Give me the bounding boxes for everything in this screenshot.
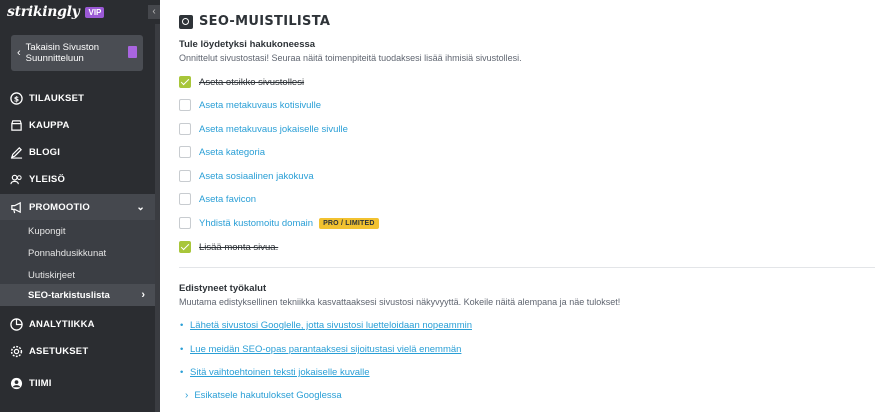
nav-label: BLOGI — [29, 146, 61, 158]
preview-google-results-link[interactable]: › Esikatsele hakutulokset Googlessa — [185, 390, 342, 401]
checkbox[interactable] — [179, 217, 191, 229]
checklist-link[interactable]: Aseta metakuvaus jokaiselle sivulle — [199, 124, 348, 135]
section-heading: Tule löydetyksi hakukoneessa — [179, 39, 316, 50]
nav-label: TIIMI — [29, 377, 52, 389]
checkbox[interactable] — [179, 146, 191, 158]
checklist-item[interactable]: Aseta otsikko sivustollesi — [179, 75, 304, 89]
checklist-item[interactable]: Aseta metakuvaus jokaiselle sivulle — [179, 122, 348, 136]
checkbox-checked[interactable] — [179, 76, 191, 88]
chart-icon — [9, 317, 23, 331]
dollar-icon: $ — [9, 91, 23, 105]
checklist-item[interactable]: Aseta favicon — [179, 192, 256, 206]
sidebar-header: strikingly VIP — [0, 0, 160, 24]
collapse-sidebar-button[interactable]: ‹ — [148, 5, 160, 19]
document-icon — [128, 46, 137, 58]
team-icon — [9, 376, 23, 390]
checklist-item[interactable]: Aseta sosiaalinen jakokuva — [179, 169, 314, 183]
checklist-item[interactable]: Aseta kategoria — [179, 145, 265, 159]
back-to-editor-label: Takaisin Sivuston Suunnitteluun — [25, 42, 100, 64]
sub-item-label: Kupongit — [28, 225, 66, 237]
nav-label: ASETUKSET — [29, 345, 89, 357]
nav-item-yleiso[interactable]: YLEISÖ — [0, 166, 155, 192]
checkbox[interactable] — [179, 170, 191, 182]
sub-item-seo-tarkistuslista[interactable]: SEO-tarkistuslista › — [0, 284, 155, 306]
tool-link[interactable]: Lähetä sivustosi Googlelle, jotta sivust… — [180, 320, 472, 331]
section-heading: Edistyneet työkalut — [179, 283, 267, 294]
checklist-item[interactable]: Aseta metakuvaus kotisivulle — [179, 98, 321, 112]
search-icon — [179, 14, 193, 29]
pro-limited-badge: PRO / LIMITED — [319, 217, 379, 229]
sub-item-label: Uutiskirjeet — [28, 269, 75, 281]
section-description: Muutama edistyksellinen tekniikka kasvat… — [179, 297, 621, 307]
nav-item-tiimi[interactable]: TIIMI — [0, 370, 155, 396]
nav-item-blogi[interactable]: BLOGI — [0, 139, 155, 165]
nav-item-promootio[interactable]: PROMOOTIO ⌄ — [0, 194, 155, 220]
section-description: Onnittelut sivustostasi! Seuraa näitä to… — [179, 53, 522, 63]
checkbox[interactable] — [179, 193, 191, 205]
nav-item-asetukset[interactable]: ASETUKSET — [0, 338, 155, 364]
nav-label: YLEISÖ — [29, 173, 66, 185]
sidebar: strikingly VIP ‹ ‹ Takaisin Sivuston Suu… — [0, 0, 160, 412]
checkbox[interactable] — [179, 99, 191, 111]
sub-item-ponnahdusikkunat[interactable]: Ponnahdusikkunat — [0, 242, 155, 264]
chevron-left-icon: ‹ — [17, 47, 21, 59]
app: strikingly VIP ‹ ‹ Takaisin Sivuston Suu… — [0, 0, 875, 412]
nav-label: ANALYTIIKKA — [29, 318, 95, 330]
chevron-right-icon: › — [185, 390, 189, 401]
chevron-right-icon: › — [141, 289, 145, 301]
users-icon — [9, 172, 23, 186]
tool-link[interactable]: Sitä vaihtoehtoinen teksti jokaiselle ku… — [180, 367, 370, 378]
sub-item-label: Ponnahdusikkunat — [28, 247, 107, 259]
page-title: SEO-MUISTILISTA — [199, 14, 331, 29]
checklist-link[interactable]: Aseta sosiaalinen jakokuva — [199, 171, 314, 182]
vip-badge: VIP — [85, 6, 105, 18]
pen-icon — [9, 145, 23, 159]
nav-item-tilaukset[interactable]: $ TILAUKSET — [0, 85, 155, 111]
svg-text:$: $ — [13, 94, 18, 103]
chevron-down-icon: ⌄ — [136, 201, 145, 213]
main-content: SEO-MUISTILISTA Tule löydetyksi hakukone… — [160, 0, 875, 412]
page-title-row: SEO-MUISTILISTA — [179, 14, 330, 29]
store-icon — [9, 118, 23, 132]
nav-label: KAUPPA — [29, 119, 70, 131]
checklist-item[interactable]: Yhdistä kustomoitu domain PRO / LIMITED — [179, 216, 379, 230]
sub-item-label: SEO-tarkistuslista — [28, 289, 110, 301]
nav-label: TILAUKSET — [29, 92, 85, 104]
preview-label: Esikatsele hakutulokset Googlessa — [194, 390, 342, 401]
checklist-link[interactable]: Aseta favicon — [199, 194, 256, 205]
logo: strikingly — [7, 4, 80, 20]
sub-item-kupongit[interactable]: Kupongit — [0, 220, 155, 242]
checklist-item[interactable]: Lisää monta sivua. — [179, 240, 278, 254]
tool-link[interactable]: Lue meidän SEO-opas parantaaksesi sijoit… — [180, 344, 461, 355]
divider — [179, 267, 875, 268]
megaphone-icon — [9, 200, 23, 214]
sub-item-uutiskirjeet[interactable]: Uutiskirjeet — [0, 264, 155, 286]
nav-item-analytiikka[interactable]: ANALYTIIKKA — [0, 311, 155, 337]
checkbox[interactable] — [179, 123, 191, 135]
checklist-link[interactable]: Aseta kategoria — [199, 147, 265, 158]
checklist-link[interactable]: Yhdistä kustomoitu domain — [199, 218, 313, 229]
gear-icon — [9, 344, 23, 358]
nav-item-kauppa[interactable]: KAUPPA — [0, 112, 155, 138]
checkbox-checked[interactable] — [179, 241, 191, 253]
checklist-link[interactable]: Aseta metakuvaus kotisivulle — [199, 100, 321, 111]
checklist-label: Lisää monta sivua. — [199, 241, 279, 253]
promootio-submenu: Kupongit Ponnahdusikkunat Uutiskirjeet S… — [0, 220, 155, 306]
back-to-editor-button[interactable]: ‹ Takaisin Sivuston Suunnitteluun — [11, 35, 143, 71]
nav-label: PROMOOTIO — [29, 201, 90, 213]
checklist-label: Aseta otsikko sivustollesi — [199, 76, 305, 88]
